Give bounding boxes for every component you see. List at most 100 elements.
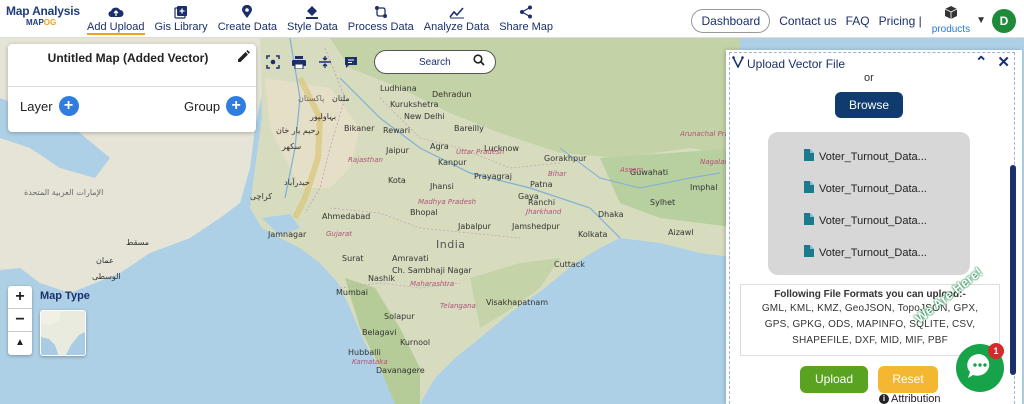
nav-style-data[interactable]: Style Data [282, 4, 343, 35]
faq-link[interactable]: FAQ [846, 14, 870, 28]
nav-label: Style Data [287, 21, 338, 33]
place-label: Bareilly [454, 124, 484, 133]
place-label: Dehradun [432, 90, 472, 99]
nav-label: Gis Library [154, 21, 208, 33]
place-label: Dhaka [598, 210, 624, 219]
place-label: Jaipur [386, 146, 409, 155]
close-icon[interactable]: ✕ [997, 53, 1010, 71]
paint-bucket-icon [305, 4, 319, 20]
place-label: Rajasthan [348, 156, 383, 164]
chat-badge: 1 [988, 343, 1004, 359]
place-label: Jamnagar [268, 230, 307, 239]
panel-header: Upload Vector File [732, 55, 845, 73]
panel-divider [8, 86, 256, 87]
add-layer-button[interactable]: + [58, 96, 79, 116]
brand-subtitle: MAPOG [26, 18, 57, 27]
search-icon[interactable] [473, 53, 485, 71]
panel-scrollbar[interactable] [1010, 165, 1016, 375]
layer-row: Layer + [20, 96, 79, 116]
products-label: products [931, 24, 971, 35]
zoom-in-button[interactable]: + [8, 286, 32, 309]
upload-button[interactable]: Upload [800, 366, 868, 393]
place-label: Surat [342, 254, 364, 263]
place-label: Rewari [383, 126, 411, 135]
nav-analyze-data[interactable]: Analyze Data [419, 4, 494, 35]
brand-name: Map Analysis [6, 4, 80, 18]
products-menu[interactable]: products [932, 6, 970, 35]
place-label: Kota [388, 176, 406, 185]
formats-line: SHAPEFILE, DXF, MID, MIF, PBF [792, 335, 948, 346]
file-icon [804, 244, 814, 262]
place-label: Ch. Sambhaji Nagar [392, 266, 472, 275]
nav-share-map[interactable]: Share Map [494, 4, 558, 35]
file-list: Voter_Turnout_Data... Voter_Turnout_Data… [768, 132, 970, 275]
dashboard-button[interactable]: Dashboard [691, 8, 771, 33]
file-item[interactable]: Voter_Turnout_Data... [804, 244, 927, 262]
nav-add-upload[interactable]: Add Upload [82, 4, 150, 35]
place-label: Jhansi [430, 182, 454, 191]
share-icon [519, 4, 533, 20]
file-name: Voter_Turnout_Data... [819, 215, 927, 227]
file-item[interactable]: Voter_Turnout_Data... [804, 148, 927, 166]
pencil-edit-icon[interactable] [237, 50, 250, 68]
place-label: Nashik [368, 274, 395, 283]
zoom-out-button[interactable]: − [8, 309, 32, 332]
place-label: Visakhapatnam [486, 298, 549, 307]
chevron-down-icon[interactable]: ▼ [976, 15, 986, 26]
place-label: Amravati [392, 254, 429, 263]
place-label: Gorakhpur [544, 154, 587, 163]
map-pin-icon [241, 4, 253, 20]
process-icon [374, 4, 388, 20]
add-group-button[interactable]: + [226, 96, 247, 116]
place-label: Bhopal [410, 208, 438, 217]
print-icon[interactable] [288, 52, 310, 72]
foreign-label: رحیم یار خان [276, 126, 320, 135]
attribution[interactable]: i Attribution [879, 393, 941, 404]
foreign-label: ملتان [332, 94, 350, 103]
supported-formats: Following File Formats you can upload:- … [740, 284, 1000, 356]
locate-icon[interactable] [262, 52, 284, 72]
file-icon [804, 180, 814, 198]
pricing-link[interactable]: Pricing | [879, 14, 922, 28]
place-label: Uttar Pradesh [456, 148, 505, 156]
place-label: Prayagraj [474, 172, 513, 181]
attribution-label: Attribution [891, 393, 941, 404]
collapse-icon[interactable]: ⌃ [975, 53, 988, 71]
browse-button[interactable]: Browse [835, 92, 903, 118]
place-label: Bikaner [344, 124, 375, 133]
file-name: Voter_Turnout_Data... [819, 151, 927, 163]
nav-process-data[interactable]: Process Data [343, 4, 419, 35]
comment-icon[interactable] [340, 52, 362, 72]
nav-create-data[interactable]: Create Data [213, 4, 282, 35]
panel-title: Upload Vector File [747, 57, 846, 71]
place-label: Gujarat [326, 230, 353, 238]
map-title: Untitled Map (Added Vector) [47, 51, 209, 65]
file-item[interactable]: Voter_Turnout_Data... [804, 180, 927, 198]
foreign-label: مسقط [126, 238, 150, 247]
formats-line: GML, KML, KMZ, GeoJSON, TopoJSON, GPX, [761, 303, 979, 314]
nav-label: Create Data [217, 21, 277, 33]
cube-icon [944, 6, 958, 24]
cloud-upload-icon [108, 4, 124, 20]
main-nav: Add Upload Gis Library Create Data Style… [82, 4, 558, 35]
compass-icon[interactable]: ▲ [8, 332, 32, 355]
search-input[interactable]: Search [374, 50, 496, 74]
place-label: Jamshedpur [512, 222, 560, 231]
map-type-thumbnail[interactable] [40, 310, 86, 356]
file-icon [804, 212, 814, 230]
nav-gis-library[interactable]: Gis Library [150, 4, 213, 35]
reset-button[interactable]: Reset [878, 366, 938, 393]
layer-label: Layer [20, 98, 53, 114]
measure-icon[interactable] [314, 52, 336, 72]
foreign-label: پاکستان [298, 94, 325, 103]
file-icon [804, 148, 814, 166]
foreign-label: عمان [96, 256, 114, 265]
panel-controls: ⌃ ✕ [965, 53, 1010, 71]
place-label: India [436, 238, 466, 251]
contact-link[interactable]: Contact us [779, 14, 836, 28]
file-item[interactable]: Voter_Turnout_Data... [804, 212, 927, 230]
brand-logo[interactable]: Map Analysis MAPOG [6, 4, 80, 27]
place-label: New Delhi [404, 112, 445, 121]
analyze-chart-icon [448, 4, 465, 20]
user-avatar[interactable]: D [992, 8, 1016, 33]
